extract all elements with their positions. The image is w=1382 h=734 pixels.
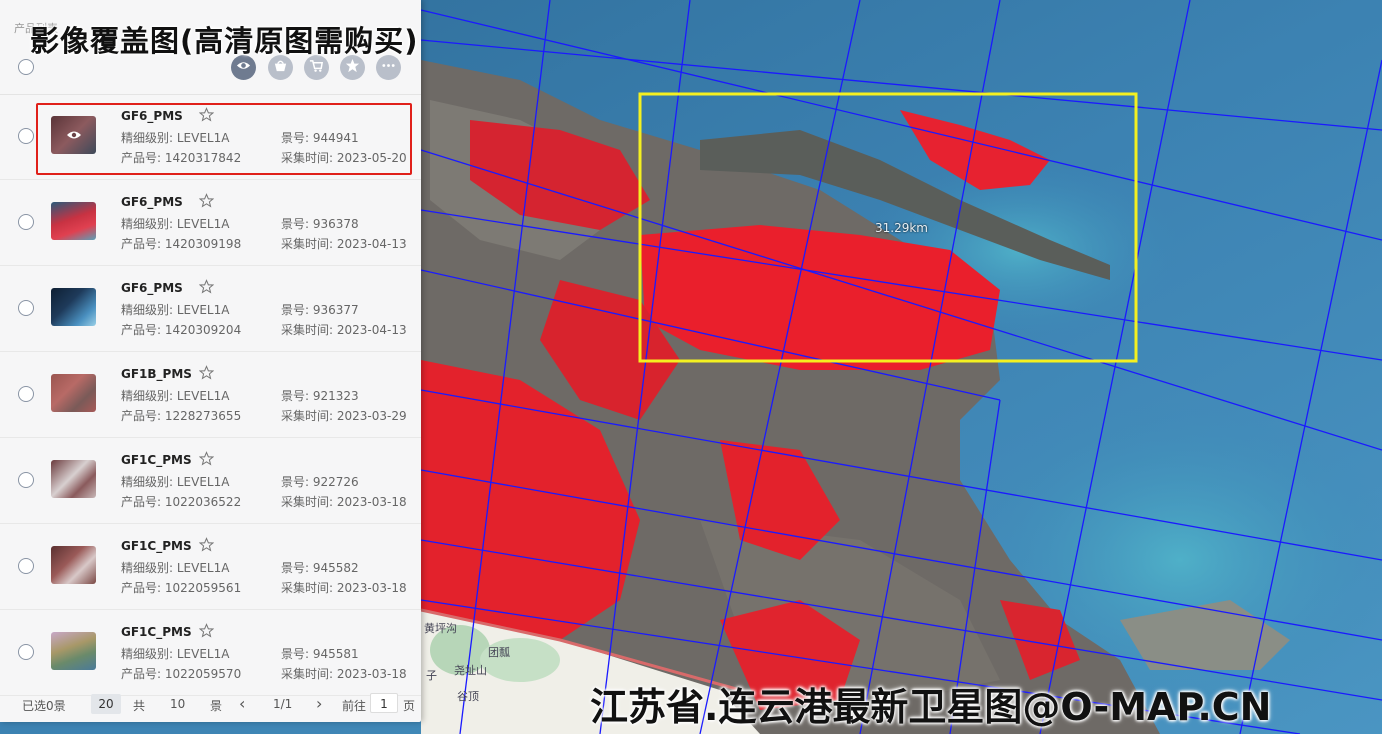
product-text: 产品号: 1420309204 — [121, 323, 242, 337]
time-text: 采集时间: 2023-03-18 — [281, 581, 407, 595]
item-radio[interactable] — [18, 386, 34, 402]
select-all-radio[interactable] — [18, 59, 34, 75]
time-text: 采集时间: 2023-03-29 — [281, 409, 407, 423]
thumbnail[interactable] — [51, 116, 96, 154]
list-item[interactable]: GF1C_PMS 精细级别: LEVEL1A 景号: 945582 产品号: 1… — [0, 524, 421, 610]
watermark-title: 影像覆盖图(高清原图需购买) — [30, 24, 419, 58]
product-list: GF6_PMS 精细级别: LEVEL1A 景号: 944941 产品号: 14… — [0, 94, 421, 696]
page-info: 1/1 — [273, 697, 293, 711]
satellite-name: GF6_PMS — [121, 195, 183, 209]
satellite-name: GF1B_PMS — [121, 367, 192, 381]
place-label: 团瓢 — [488, 646, 510, 659]
star-icon[interactable] — [198, 537, 215, 552]
star-icon[interactable] — [198, 193, 215, 208]
product-text: 产品号: 1022059561 — [121, 581, 242, 595]
list-item[interactable]: GF6_PMS 精细级别: LEVEL1A 景号: 944941 产品号: 14… — [0, 94, 421, 180]
level-text: 精细级别: LEVEL1A — [121, 647, 230, 661]
level-text: 精细级别: LEVEL1A — [121, 131, 230, 145]
page-size-select[interactable]: 20 — [91, 694, 121, 714]
satellite-name: GF6_PMS — [121, 281, 183, 295]
star-icon — [345, 58, 360, 77]
list-item[interactable]: GF6_PMS 精细级别: LEVEL1A 景号: 936378 产品号: 14… — [0, 180, 421, 266]
scene-text: 景号: 944941 — [281, 131, 359, 145]
time-text: 采集时间: 2023-05-20 — [281, 151, 407, 165]
place-label: 谷顶 — [457, 690, 479, 703]
goto-label: 前往 — [342, 699, 367, 713]
thumbnail[interactable] — [51, 460, 96, 498]
level-text: 精细级别: LEVEL1A — [121, 303, 230, 317]
scene-text: 景号: 921323 — [281, 389, 359, 403]
more-icon — [381, 58, 396, 77]
eye-icon[interactable] — [51, 116, 96, 154]
star-icon[interactable] — [198, 365, 215, 380]
thumbnail[interactable] — [51, 202, 96, 240]
level-text: 精细级别: LEVEL1A — [121, 217, 230, 231]
page-input[interactable]: 1 — [370, 693, 398, 713]
product-text: 产品号: 1420309198 — [121, 237, 242, 251]
level-text: 精细级别: LEVEL1A — [121, 561, 230, 575]
time-text: 采集时间: 2023-04-13 — [281, 237, 407, 251]
item-radio[interactable] — [18, 472, 34, 488]
scene-text: 景号: 945582 — [281, 561, 359, 575]
total-unit: 景 — [210, 699, 223, 713]
scene-text: 景号: 936377 — [281, 303, 359, 317]
list-item[interactable]: GF6_PMS 精细级别: LEVEL1A 景号: 936377 产品号: 14… — [0, 266, 421, 352]
place-label: 黄坪沟 — [424, 622, 457, 635]
star-icon[interactable] — [198, 623, 215, 638]
page-unit: 页 — [403, 699, 416, 713]
list-item[interactable]: GF1B_PMS 精细级别: LEVEL1A 景号: 921323 产品号: 1… — [0, 352, 421, 438]
scene-text: 景号: 936378 — [281, 217, 359, 231]
total-count: 10 — [170, 697, 186, 711]
product-text: 产品号: 1420317842 — [121, 151, 242, 165]
product-text: 产品号: 1228273655 — [121, 409, 242, 423]
thumbnail[interactable] — [51, 546, 96, 584]
pagination-bar: 已选0景 20 共 10 景 ‹ 1/1 › 前往 1 页 — [0, 690, 421, 720]
list-item[interactable]: GF1C_PMS 精细级别: LEVEL1A 景号: 945581 产品号: 1… — [0, 610, 421, 696]
scale-label: 31.29km — [875, 221, 928, 235]
satellite-name: GF1C_PMS — [121, 539, 192, 553]
watermark-bottom: 江苏省.连云港最新卫星图@O-MAP.CN — [590, 685, 1272, 729]
eye-icon — [236, 58, 251, 77]
product-text: 产品号: 1022036522 — [121, 495, 242, 509]
item-radio[interactable] — [18, 214, 34, 230]
list-item[interactable]: GF1C_PMS 精细级别: LEVEL1A 景号: 922726 产品号: 1… — [0, 438, 421, 524]
scene-text: 景号: 945581 — [281, 647, 359, 661]
star-icon[interactable] — [198, 107, 215, 122]
basket-icon — [273, 58, 288, 77]
thumbnail[interactable] — [51, 374, 96, 412]
next-page-button[interactable]: › — [316, 694, 322, 713]
satellite-name: GF6_PMS — [121, 109, 183, 123]
time-text: 采集时间: 2023-03-18 — [281, 495, 407, 509]
star-icon[interactable] — [198, 451, 215, 466]
time-text: 采集时间: 2023-04-13 — [281, 323, 407, 337]
item-radio[interactable] — [18, 300, 34, 316]
star-icon[interactable] — [198, 279, 215, 294]
item-radio[interactable] — [18, 558, 34, 574]
satellite-name: GF1C_PMS — [121, 625, 192, 639]
item-radio[interactable] — [18, 128, 34, 144]
thumbnail[interactable] — [51, 632, 96, 670]
thumbnail[interactable] — [51, 288, 96, 326]
level-text: 精细级别: LEVEL1A — [121, 475, 230, 489]
scene-text: 景号: 922726 — [281, 475, 359, 489]
place-label: 子 — [426, 669, 437, 682]
selected-count: 已选0景 — [22, 699, 66, 713]
time-text: 采集时间: 2023-03-18 — [281, 667, 407, 681]
satellite-name: GF1C_PMS — [121, 453, 192, 467]
cart-icon — [309, 58, 324, 77]
item-radio[interactable] — [18, 644, 34, 660]
place-label: 尧址山 — [454, 664, 487, 677]
level-text: 精细级别: LEVEL1A — [121, 389, 230, 403]
product-text: 产品号: 1022059570 — [121, 667, 242, 681]
total-label: 共 — [133, 699, 146, 713]
product-panel: 产品列表 GF6_PMS 精细级别: LEVEL1A 景号: 944941 产品… — [0, 0, 421, 722]
prev-page-button[interactable]: ‹ — [239, 694, 245, 713]
